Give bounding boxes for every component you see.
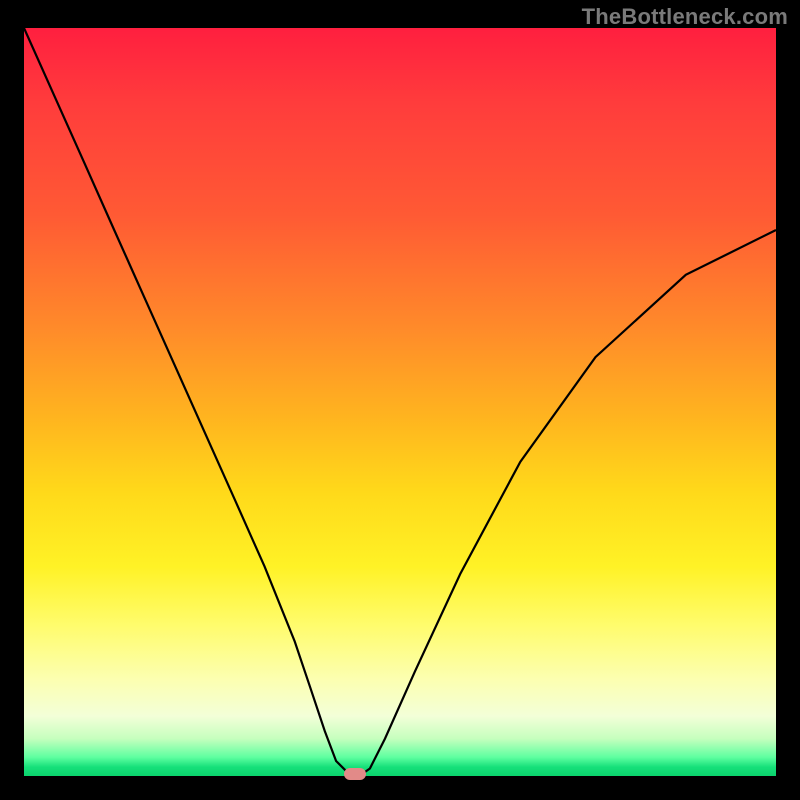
chart-frame: TheBottleneck.com — [0, 0, 800, 800]
watermark-text: TheBottleneck.com — [582, 4, 788, 30]
bottleneck-curve — [24, 28, 776, 776]
gradient-plot-area — [24, 28, 776, 776]
curve-path — [24, 28, 776, 774]
optimal-marker — [344, 768, 366, 780]
